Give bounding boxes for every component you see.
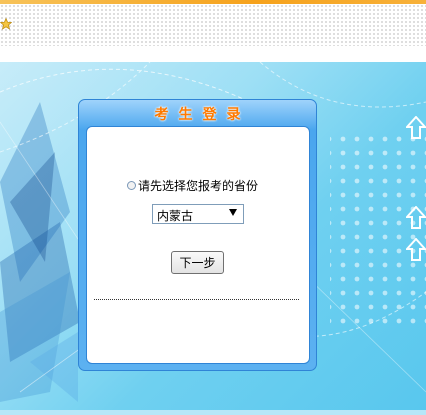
login-form-box	[86, 126, 310, 364]
header-dot-strip	[0, 4, 426, 46]
next-step-button[interactable]: 下一步	[171, 251, 224, 274]
arrow-up-icon	[406, 116, 426, 139]
radio-icon[interactable]	[127, 181, 136, 190]
province-prompt: 请先选择您报考的省份	[127, 177, 258, 194]
province-select-value: 内蒙古	[157, 209, 194, 223]
star-icon	[0, 18, 12, 30]
dropdown-arrow-icon[interactable]	[229, 209, 237, 216]
province-prompt-label: 请先选择您报考的省份	[138, 179, 259, 193]
dotted-divider	[94, 299, 299, 300]
login-title: 考生登录	[154, 107, 251, 123]
bottom-strip	[0, 410, 426, 415]
arrow-up-icon	[406, 206, 426, 229]
arrow-up-icon	[406, 238, 426, 261]
province-select[interactable]: 内蒙古	[152, 204, 244, 224]
